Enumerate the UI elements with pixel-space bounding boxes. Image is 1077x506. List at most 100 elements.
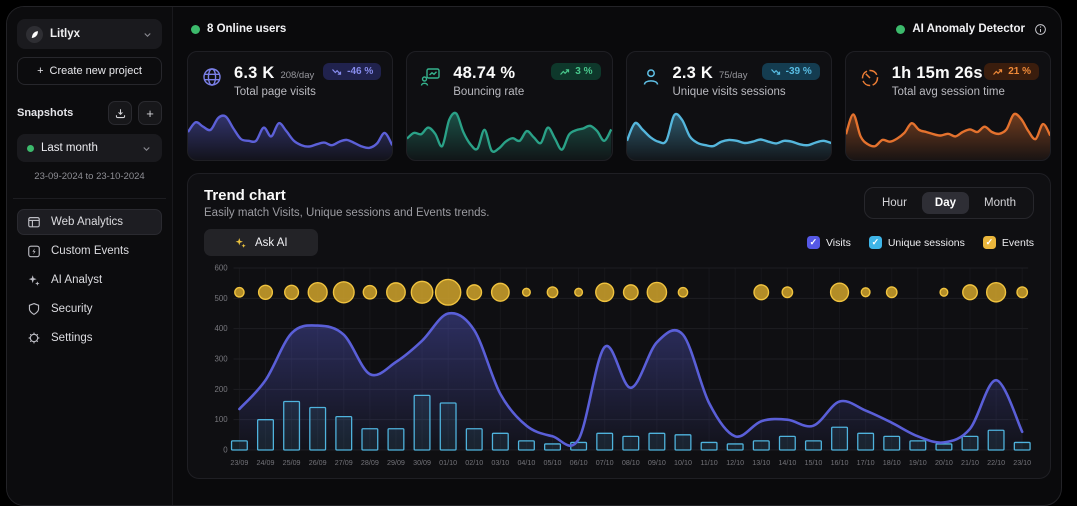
bolt-box-icon (26, 244, 42, 258)
anomaly-status-dot (896, 25, 905, 34)
sidebar-item-security[interactable]: Security (17, 296, 162, 322)
svg-text:23/10: 23/10 (1013, 458, 1031, 467)
globe-icon (201, 64, 225, 98)
stat-cards: 6.3 K208/dayTotal page visits-46 %48.74 … (187, 51, 1051, 161)
sidebar-item-web-analytics[interactable]: Web Analytics (17, 209, 162, 235)
svg-text:17/10: 17/10 (857, 458, 875, 467)
chevron-down-icon (141, 143, 152, 154)
stat-sparkline (188, 102, 392, 160)
svg-text:400: 400 (214, 324, 228, 333)
stat-card-3: 1h 15m 26sTotal avg session time21 % (845, 51, 1051, 161)
svg-text:19/10: 19/10 (909, 458, 927, 467)
info-icon[interactable] (1034, 23, 1047, 36)
stat-value: 48.74 % (453, 64, 515, 83)
checkbox-icon: ✓ (983, 236, 996, 249)
stat-trend-badge: 21 % (984, 63, 1039, 80)
litlyx-logo-icon (26, 26, 43, 43)
sidebar: Litlyx + Create new project Snapshots + … (7, 7, 173, 505)
svg-text:24/09: 24/09 (257, 458, 275, 467)
svg-text:26/09: 26/09 (309, 458, 327, 467)
range-label: Last month (41, 142, 134, 154)
trend-up-icon (992, 67, 1003, 77)
period-option-day[interactable]: Day (922, 192, 969, 214)
browser-icon (26, 215, 42, 229)
sidebar-item-custom-events[interactable]: Custom Events (17, 238, 162, 264)
svg-text:08/10: 08/10 (622, 458, 640, 467)
svg-text:15/10: 15/10 (804, 458, 822, 467)
svg-text:12/10: 12/10 (726, 458, 744, 467)
stat-trend-badge: 3 % (551, 63, 600, 80)
add-snapshot-button[interactable]: + (138, 101, 162, 125)
create-project-button[interactable]: + Create new project (17, 57, 162, 85)
svg-text:22/10: 22/10 (987, 458, 1005, 467)
project-selector[interactable]: Litlyx (17, 19, 162, 49)
period-segmented-control: HourDayMonth (864, 187, 1034, 219)
trend-title: Trend chart (204, 187, 490, 204)
trend-header: Trend chart Easily match Visits, Unique … (204, 187, 1034, 219)
svg-text:07/10: 07/10 (596, 458, 614, 467)
svg-text:14/10: 14/10 (778, 458, 796, 467)
app-window: Litlyx + Create new project Snapshots + … (6, 6, 1062, 506)
snapshots-row: Snapshots + (17, 101, 162, 125)
bounce-icon (420, 64, 444, 98)
chevron-down-icon (142, 29, 153, 40)
sidebar-divider (13, 198, 166, 199)
trend-down-icon (331, 67, 342, 77)
sparkles-icon (26, 273, 42, 287)
period-option-month[interactable]: Month (971, 192, 1029, 214)
sidebar-nav: Web Analytics Custom Events AI Analyst Secu… (17, 209, 162, 351)
checkbox-icon: ✓ (807, 236, 820, 249)
svg-text:11/10: 11/10 (700, 458, 717, 467)
legend-toggle-visits[interactable]: ✓Visits (807, 236, 851, 249)
stat-value: 6.3 K (234, 64, 274, 83)
stat-sparkline (627, 102, 831, 160)
svg-text:10/10: 10/10 (674, 458, 692, 467)
snapshot-date-range: 23-09-2024 to 23-10-2024 (17, 171, 162, 182)
svg-text:30/09: 30/09 (413, 458, 431, 467)
sidebar-item-label: Web Analytics (51, 216, 123, 228)
ask-ai-button[interactable]: Ask AI (204, 229, 318, 256)
svg-text:500: 500 (214, 294, 228, 303)
timer-icon (859, 64, 883, 98)
sidebar-item-label: Settings (51, 332, 93, 344)
svg-text:25/09: 25/09 (283, 458, 301, 467)
download-icon (114, 107, 127, 120)
stat-sparkline (846, 102, 1050, 160)
stat-badge-value: -39 % (786, 66, 812, 77)
gear-icon (26, 331, 42, 345)
stat-value: 1h 15m 26s (892, 64, 983, 83)
sidebar-item-label: AI Analyst (51, 274, 102, 286)
stat-rate: 208/day (280, 70, 314, 81)
snapshot-range-select[interactable]: Last month (17, 134, 162, 162)
legend-toggle-unique-sessions[interactable]: ✓Unique sessions (869, 236, 965, 249)
stat-label: Total page visits (234, 86, 316, 98)
plus-icon: + (37, 65, 43, 77)
svg-text:18/10: 18/10 (883, 458, 901, 467)
online-dot (191, 25, 200, 34)
svg-text:20/10: 20/10 (935, 458, 953, 467)
legend-toggle-events[interactable]: ✓Events (983, 236, 1034, 249)
svg-text:600: 600 (214, 263, 228, 272)
active-range-dot (27, 145, 34, 152)
period-option-hour[interactable]: Hour (869, 192, 920, 214)
svg-text:13/10: 13/10 (752, 458, 770, 467)
trend-down-icon (770, 67, 781, 77)
stat-badge-value: 21 % (1008, 66, 1031, 77)
main-content: 8 Online users AI Anomaly Detector 6.3 K… (173, 7, 1061, 505)
create-project-label: Create new project (50, 65, 142, 77)
sidebar-item-ai-analyst[interactable]: AI Analyst (17, 267, 162, 293)
svg-text:28/09: 28/09 (361, 458, 379, 467)
svg-text:27/09: 27/09 (335, 458, 353, 467)
trend-panel: Trend chart Easily match Visits, Unique … (187, 173, 1051, 479)
stat-sparkline (407, 102, 611, 160)
svg-text:04/10: 04/10 (517, 458, 535, 467)
trend-chart[interactable]: 010020030040050060023/0924/0925/0926/092… (204, 260, 1034, 472)
sidebar-item-settings[interactable]: Settings (17, 325, 162, 351)
ai-sparkle-icon (234, 236, 247, 249)
stat-value: 2.3 K (673, 64, 713, 83)
svg-text:29/09: 29/09 (387, 458, 405, 467)
snapshots-label: Snapshots (17, 107, 102, 119)
svg-text:01/10: 01/10 (439, 458, 457, 467)
export-snapshot-button[interactable] (108, 101, 132, 125)
shield-icon (26, 302, 42, 316)
